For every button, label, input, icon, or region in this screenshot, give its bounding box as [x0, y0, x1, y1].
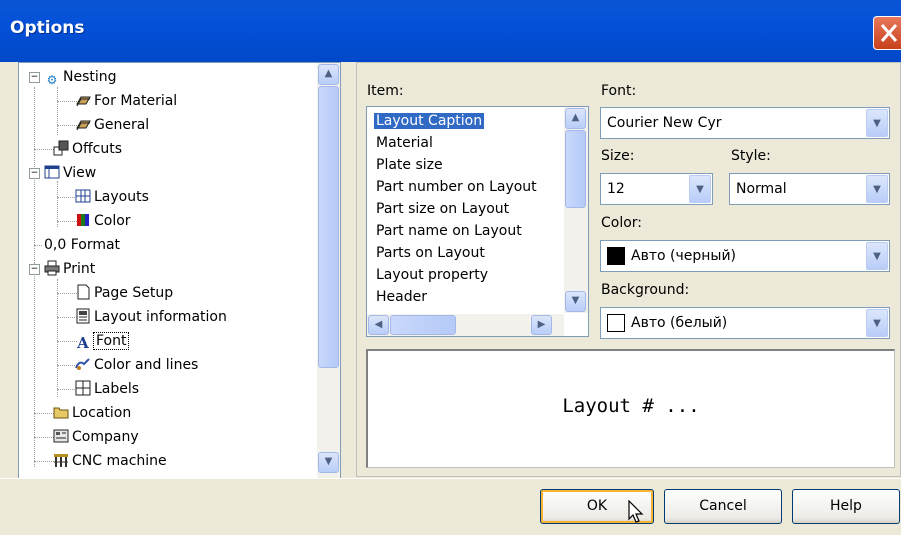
- preview-text: Layout # ...: [562, 395, 700, 417]
- tree-item-page-setup[interactable]: Page Setup: [75, 282, 173, 304]
- list-item[interactable]: Material: [376, 132, 433, 154]
- scroll-left-button[interactable]: ◀: [368, 315, 389, 335]
- tree-item-for-material[interactable]: For Material: [75, 90, 177, 112]
- page-icon: [75, 284, 91, 300]
- tree-item-font[interactable]: A Font: [75, 330, 130, 352]
- tree-item-color-and-lines[interactable]: Color and lines: [75, 354, 198, 376]
- tree-item-labels[interactable]: Labels: [75, 378, 139, 400]
- chevron-down-icon[interactable]: ▼: [866, 175, 888, 203]
- list-item[interactable]: Part size on Layout: [376, 198, 509, 220]
- list-item[interactable]: Part number on Layout: [376, 176, 537, 198]
- tree-item-layouts[interactable]: Layouts: [75, 186, 149, 208]
- printer-icon: [44, 260, 60, 276]
- sheet-stack-icon: [75, 118, 91, 134]
- scroll-right-button[interactable]: ▶: [531, 315, 552, 335]
- layout-info-icon: [75, 308, 91, 324]
- chevron-down-icon[interactable]: ▼: [866, 242, 888, 270]
- labels-icon: [75, 380, 91, 396]
- gear-icon: ⚙: [46, 73, 58, 87]
- cnc-icon: [53, 452, 69, 468]
- tree-item-general[interactable]: General: [75, 114, 149, 136]
- layouts-icon: [75, 188, 91, 204]
- size-select[interactable]: 12 ▼: [600, 173, 713, 205]
- tree-item-layout-information[interactable]: Layout information: [75, 306, 227, 328]
- tree-item-print[interactable]: Print: [44, 258, 95, 280]
- tree-item-location[interactable]: Location: [53, 402, 131, 424]
- cancel-button[interactable]: Cancel: [664, 489, 782, 524]
- list-item[interactable]: Layout Caption: [374, 110, 485, 132]
- separator: [0, 478, 901, 479]
- scroll-thumb[interactable]: [565, 130, 586, 208]
- font-preview: Layout # ...: [366, 349, 895, 468]
- scroll-up-button[interactable]: ▲: [565, 108, 586, 129]
- tree-item-format[interactable]: 0,0 Format: [44, 234, 120, 256]
- list-item[interactable]: Parts on Layout: [376, 242, 485, 264]
- collapse-view-toggle[interactable]: −: [29, 168, 40, 179]
- style-select[interactable]: Normal ▼: [729, 173, 890, 205]
- close-button[interactable]: [873, 16, 901, 50]
- background-label: Background:: [601, 282, 690, 298]
- mouse-cursor-icon: [628, 500, 644, 523]
- tree-item-nesting[interactable]: ⚙ Nesting: [44, 66, 117, 88]
- chevron-left-icon: ◀: [374, 319, 383, 330]
- color-label: Color:: [601, 215, 643, 231]
- color-select[interactable]: Авто (черный) ▼: [600, 240, 890, 272]
- tree-item-color[interactable]: Color: [75, 210, 131, 232]
- background-swatch: [607, 314, 625, 332]
- list-item[interactable]: Plate size: [376, 154, 443, 176]
- company-icon: [53, 428, 69, 444]
- offcuts-icon: [53, 140, 69, 156]
- background-select[interactable]: Авто (белый) ▼: [600, 307, 890, 339]
- item-list-vscrollbar[interactable]: ▲ ▼: [564, 107, 588, 313]
- tree-item-view[interactable]: View: [44, 162, 96, 184]
- font-icon: A: [77, 334, 89, 352]
- collapse-nesting-toggle[interactable]: −: [29, 72, 40, 83]
- item-list-hscrollbar[interactable]: ◀ ▶: [367, 314, 564, 336]
- sheet-stack-icon: [75, 94, 91, 110]
- chevron-down-icon[interactable]: ▼: [866, 309, 888, 337]
- chevron-down-icon[interactable]: ▼: [866, 109, 888, 137]
- scroll-thumb[interactable]: [390, 315, 456, 335]
- chevron-up-icon: ▲: [324, 68, 333, 79]
- options-tree[interactable]: − − − ⚙ Nesting For Material General Offc…: [18, 62, 341, 479]
- style-label: Style:: [731, 148, 771, 164]
- scroll-down-button[interactable]: ▼: [318, 452, 339, 473]
- chevron-down-icon: ▼: [571, 295, 580, 306]
- list-item[interactable]: Layout property: [376, 264, 488, 286]
- font-label: Font:: [601, 83, 637, 99]
- brush-icon: [75, 356, 91, 372]
- title-bar[interactable]: [0, 0, 901, 62]
- window-title: Options: [10, 18, 85, 38]
- chevron-up-icon: ▲: [571, 112, 580, 123]
- tree-item-cnc-machine[interactable]: CNC machine: [53, 450, 167, 472]
- tree-item-offcuts[interactable]: Offcuts: [53, 138, 122, 160]
- tree-item-company[interactable]: Company: [53, 426, 139, 448]
- scroll-thumb[interactable]: [318, 86, 339, 368]
- collapse-print-toggle[interactable]: −: [29, 264, 40, 275]
- tree-scrollbar[interactable]: ▲ ▼: [317, 63, 340, 478]
- chevron-right-icon: ▶: [537, 319, 546, 330]
- close-icon: [880, 24, 898, 42]
- font-select[interactable]: Courier New Cyr ▼: [600, 107, 890, 139]
- color-swatch: [607, 247, 625, 265]
- view-icon: [44, 164, 60, 180]
- list-item[interactable]: Part name on Layout: [376, 220, 522, 242]
- item-listbox[interactable]: Layout Caption Material Plate size Part …: [366, 106, 589, 337]
- scroll-up-button[interactable]: ▲: [318, 64, 339, 85]
- scroll-down-button[interactable]: ▼: [565, 291, 586, 312]
- chevron-down-icon: ▼: [324, 456, 333, 467]
- item-label: Item:: [367, 83, 404, 99]
- chevron-down-icon[interactable]: ▼: [689, 175, 711, 203]
- size-label: Size:: [601, 148, 635, 164]
- folder-icon: [53, 404, 69, 420]
- color-bars-icon: [75, 212, 91, 228]
- help-button[interactable]: Help: [792, 489, 900, 524]
- list-item[interactable]: Header: [376, 286, 427, 308]
